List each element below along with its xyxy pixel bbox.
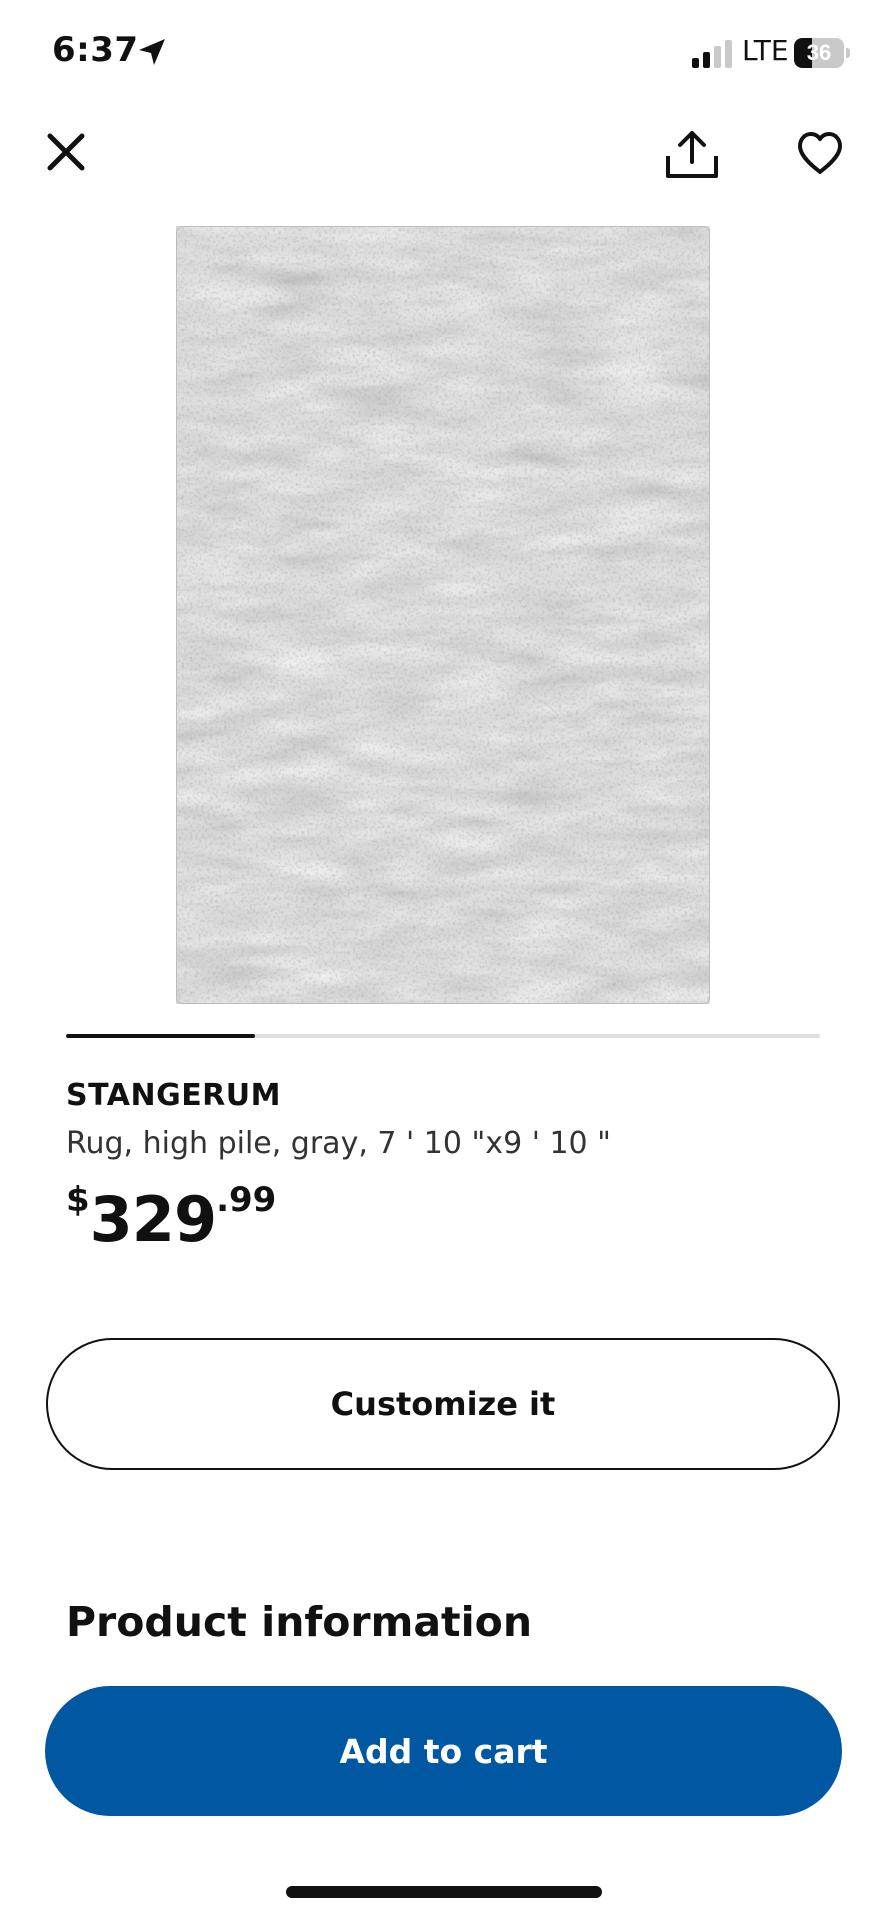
price-decimals: .99 bbox=[216, 1180, 277, 1220]
battery-icon: 36 bbox=[794, 38, 850, 68]
network-type: LTE bbox=[742, 34, 789, 67]
carousel-progress-track bbox=[66, 1034, 820, 1038]
product-name: STANGERUM bbox=[66, 1078, 281, 1113]
customize-button[interactable]: Customize it bbox=[46, 1338, 840, 1470]
battery-level: 36 bbox=[806, 40, 832, 65]
share-button[interactable] bbox=[664, 130, 720, 180]
close-icon bbox=[47, 133, 85, 171]
add-to-cart-button[interactable]: Add to cart bbox=[45, 1686, 842, 1816]
carousel-progress-fill bbox=[66, 1034, 255, 1038]
cellular-signal-icon bbox=[692, 40, 732, 68]
favorite-button[interactable] bbox=[796, 130, 844, 178]
share-icon bbox=[666, 131, 718, 178]
product-image[interactable] bbox=[176, 226, 710, 1004]
product-price: $329.99 bbox=[66, 1180, 276, 1256]
location-arrow-icon bbox=[139, 39, 165, 65]
heart-icon bbox=[798, 132, 842, 174]
close-button[interactable] bbox=[44, 130, 88, 174]
status-bar: 6:37 LTE 36 bbox=[0, 0, 887, 110]
battery-body: 36 bbox=[794, 38, 844, 68]
status-time: 6:37 bbox=[52, 30, 139, 70]
product-information-heading[interactable]: Product information bbox=[66, 1598, 532, 1646]
home-indicator bbox=[286, 1886, 602, 1898]
product-description: Rug, high pile, gray, 7 ' 10 "x9 ' 10 " bbox=[66, 1126, 611, 1161]
battery-cap bbox=[846, 48, 850, 58]
price-currency: $ bbox=[66, 1180, 90, 1220]
price-integer: 329 bbox=[89, 1183, 217, 1256]
